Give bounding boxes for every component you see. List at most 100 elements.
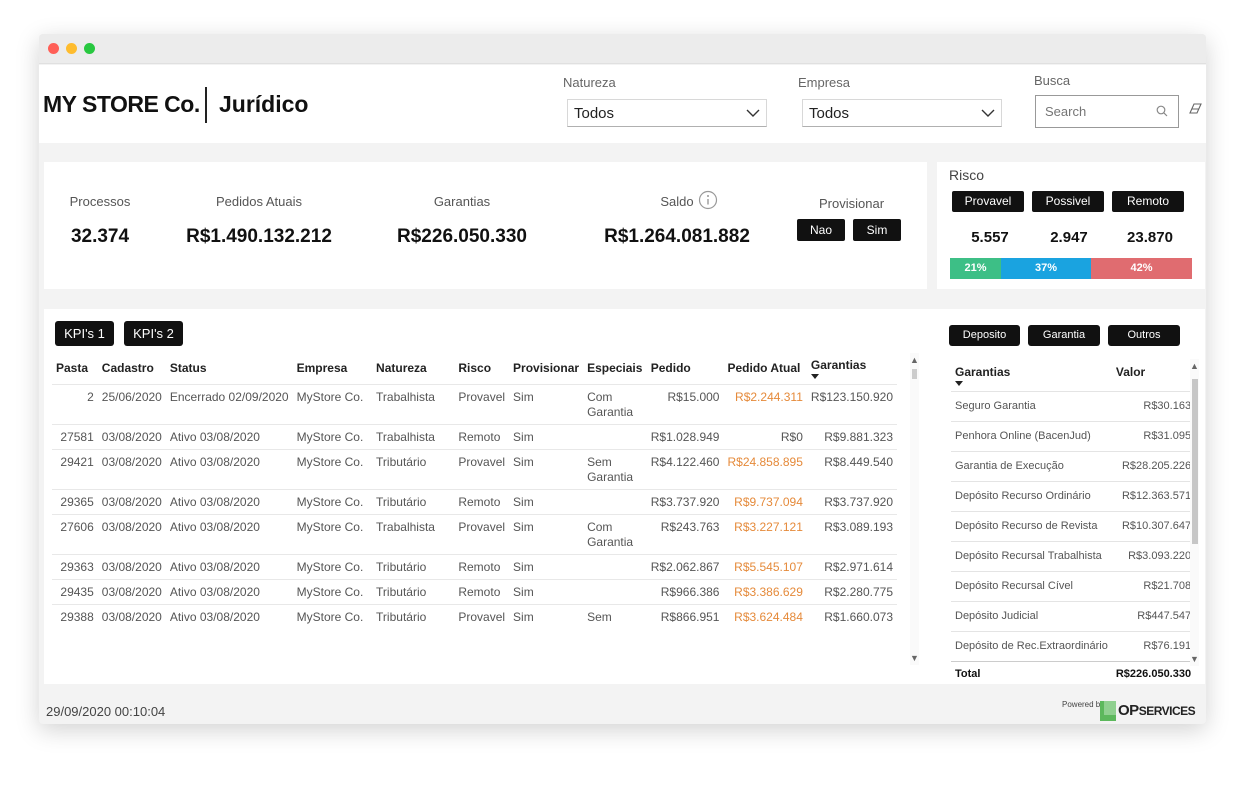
empresa-value: Todos [809,105,850,122]
table-scroll-thumb[interactable] [912,369,917,379]
outros-button[interactable]: Outros [1108,325,1180,346]
tab-kpis-2[interactable]: KPI's 2 [124,321,183,346]
scroll-up-icon[interactable]: ▲ [1190,361,1199,371]
scroll-down-icon[interactable]: ▼ [1190,654,1199,664]
garantias-scrollbar[interactable]: ▲ ▼ [1190,359,1199,666]
natureza-select[interactable]: Todos [567,99,767,127]
garantia-value: R$76.191 [1111,630,1196,661]
search-input[interactable] [1045,96,1155,126]
cell-provisionar: Sim [509,448,584,489]
col-garantias[interactable]: Garantias [807,353,897,384]
gcol-valor[interactable]: Valor [1112,355,1195,391]
table-scrollbar[interactable]: ▲ ▼ [910,353,919,665]
garantias-row[interactable]: Depósito de Rec.Extraordinário R$76.191 [951,630,1196,661]
table-row[interactable]: 27606 03/08/2020 Ativo 03/08/2020 MyStore C… [52,513,897,554]
garantia-name: Depósito Judicial [951,600,1112,631]
cell-risco: Provavel [454,448,510,489]
maximize-window-button[interactable] [84,43,95,54]
provisionar-nao-button[interactable]: Nao [797,219,845,241]
cell-natureza: Trabalhista [372,513,455,554]
garantias-row[interactable]: Depósito Judicial R$447.547 [951,600,1196,631]
minimize-window-button[interactable] [66,43,77,54]
eraser-icon[interactable] [1189,103,1202,115]
garantias-scroll-thumb[interactable] [1192,379,1198,544]
cell-empresa: MyStore Co. [292,448,373,489]
garantias-row[interactable]: Depósito Recurso de Revista R$10.307.647 [951,510,1196,541]
cell-pedido-atual: R$2.244.311 [723,383,807,424]
cell-pedido-atual: R$3.386.629 [723,578,807,604]
cell-provisionar: Sim [509,553,584,579]
garantia-value: R$10.307.647 [1111,510,1196,541]
cell-pedido-atual: R$5.545.107 [723,553,807,579]
garantia-value: R$28.205.226 [1111,450,1196,481]
cell-pedido-atual: R$3.624.484 [723,603,807,629]
garantias-row[interactable]: Penhora Online (BacenJud) R$31.095 [951,420,1196,451]
col-cadastro[interactable]: Cadastro [98,353,166,384]
garantias-row[interactable]: Garantia de Execução R$28.205.226 [951,450,1196,481]
scroll-down-icon[interactable]: ▼ [910,653,919,663]
cell-pasta: 27606 [52,513,98,554]
cell-pedido-atual: R$9.737.094 [723,488,807,514]
garantia-value: R$12.363.571 [1111,480,1196,511]
garantias-row[interactable]: Depósito Recurso Ordinário R$12.363.571 [951,480,1196,511]
cell-pasta: 2 [52,383,98,424]
risk-remoto-button[interactable]: Remoto [1112,191,1184,212]
col-status[interactable]: Status [166,353,293,384]
garantias-row[interactable]: Seguro Garantia R$30.163 [951,390,1196,421]
cell-pasta: 29435 [52,578,98,604]
kpi-garantias-value: R$226.050.330 [397,226,527,247]
garantia-name: Depósito Recursal Cível [951,570,1112,601]
garantias-row[interactable]: Depósito Recursal Trabalhista R$3.093.220 [951,540,1196,571]
risk-provavel-button[interactable]: Provavel [952,191,1024,212]
empresa-label: Empresa [798,75,851,90]
info-icon[interactable] [698,190,718,210]
cell-garantias: R$9.881.323 [806,423,897,449]
scroll-up-icon[interactable]: ▲ [910,355,919,365]
tab-kpis-1[interactable]: KPI's 1 [55,321,114,346]
garantias-row[interactable]: Depósito Recursal Cível R$21.708 [951,570,1196,601]
col-empresa[interactable]: Empresa [293,353,372,384]
table-row[interactable]: 29388 03/08/2020 Ativo 03/08/2020 MyStore C… [52,603,897,629]
cell-pasta: 29365 [52,488,98,514]
search-icon[interactable] [1156,105,1168,117]
empresa-select[interactable]: Todos [802,99,1002,127]
col-natureza[interactable]: Natureza [372,353,454,384]
col-pedido-atual[interactable]: Pedido Atual [723,353,806,384]
brand-divider [205,87,207,123]
garantias-table: Garantias Valor Seguro Garantia R$30.163 P… [951,355,1196,687]
close-window-button[interactable] [48,43,59,54]
busca-label: Busca [1034,73,1071,88]
kpi-pedidos-atuais: Pedidos Atuais R$1.490.132.212 [169,194,349,248]
risk-possivel-button[interactable]: Possivel [1032,191,1104,212]
cell-garantias: R$3.089.193 [806,513,897,554]
table-row[interactable]: 2 25/06/2020 Encerrado 02/09/2020 MyStore C… [52,383,897,424]
risk-share-segment: 42% [1091,258,1192,279]
cell-cadastro: 03/08/2020 [97,488,166,514]
col-pasta[interactable]: Pasta [52,353,98,384]
col-provisionar[interactable]: Provisionar [509,353,583,384]
provisionar-sim-button[interactable]: Sim [853,219,901,241]
col-pedido[interactable]: Pedido [647,353,724,384]
cell-empresa: MyStore Co. [292,488,373,514]
col-especiais[interactable]: Especiais [583,353,647,384]
table-row[interactable]: 29363 03/08/2020 Ativo 03/08/2020 MyStore C… [52,553,897,579]
kpi-saldo: Saldo R$1.264.081.882 [587,194,767,248]
table-row[interactable]: 29421 03/08/2020 Ativo 03/08/2020 MyStore C… [52,448,897,489]
cell-pedido-atual: R$0 [723,423,807,449]
garantia-name: Depósito Recursal Trabalhista [951,540,1112,571]
cell-natureza: Tributário [372,578,455,604]
table-row[interactable]: 29365 03/08/2020 Ativo 03/08/2020 MyStore C… [52,488,897,514]
table-row[interactable]: 27581 03/08/2020 Ativo 03/08/2020 MyStore C… [52,423,897,449]
especiais-line-2: Garantia [587,534,634,549]
gcol-garantias[interactable]: Garantias [951,355,1112,391]
garantia-name: Seguro Garantia [951,390,1112,421]
risk-title: Risco [949,167,985,183]
garantia-button[interactable]: Garantia [1028,325,1100,346]
opservices-logo-icon [1100,701,1116,721]
cell-garantias: R$8.449.540 [806,448,897,489]
especiais-line-2: Garantia [587,404,634,419]
col-risco[interactable]: Risco [454,353,509,384]
table-row[interactable]: 29435 03/08/2020 Ativo 03/08/2020 MyStore C… [52,578,897,604]
deposito-button[interactable]: Deposito [949,325,1020,346]
cell-status: Ativo 03/08/2020 [165,553,293,579]
